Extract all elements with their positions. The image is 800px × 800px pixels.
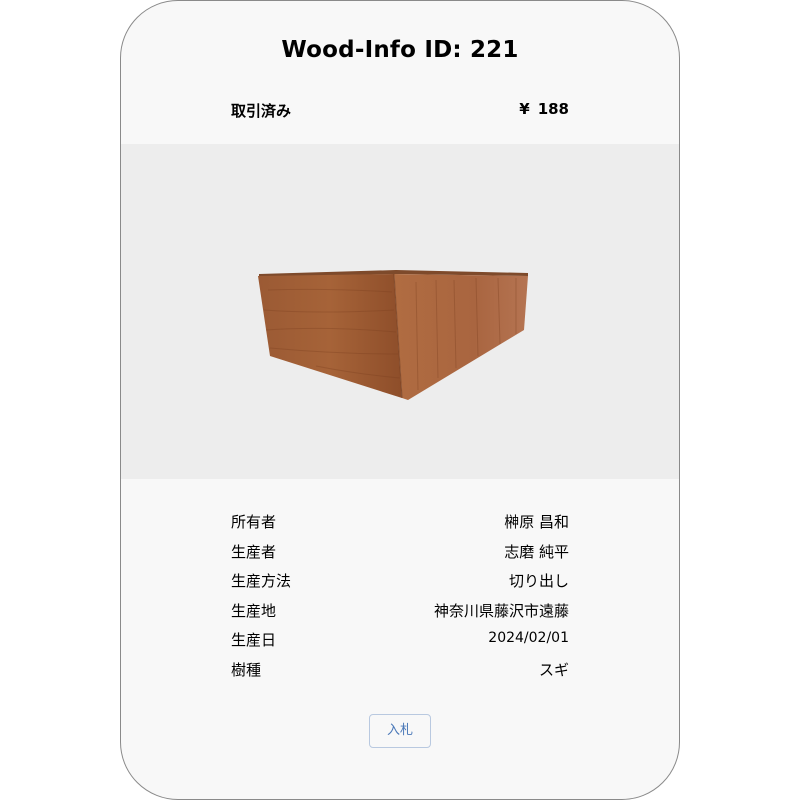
info-label: 生産日 <box>231 631 277 649</box>
wood-info-list: 所有者 榊原 昌和 生産者 志磨 純平 生産方法 切り出し 生産地 神奈川県藤沢… <box>231 509 569 686</box>
info-label: 生産地 <box>231 601 277 620</box>
info-row-species: 樹種 スギ <box>231 657 569 687</box>
info-label: 生産者 <box>231 542 277 561</box>
info-row-producer: 生産者 志磨 純平 <box>231 539 569 569</box>
info-value: 榊原 昌和 <box>504 513 569 531</box>
yen-symbol: ¥ <box>519 100 530 118</box>
wood-block-image <box>258 270 528 400</box>
info-value: 切り出し <box>508 572 569 590</box>
card-title: Wood-Info ID: 221 <box>281 37 519 63</box>
wood-info-card: Wood-Info ID: 221 取引済み ¥188 所有者 榊原 昌和 生産… <box>120 0 680 800</box>
info-row-origin: 生産地 神奈川県藤沢市遠藤 <box>231 598 569 628</box>
wood-image-area <box>121 144 679 479</box>
info-row-production-date: 生産日 2024/02/01 <box>231 627 569 657</box>
info-value: 志磨 純平 <box>504 542 569 561</box>
status-price-row: 取引済み ¥188 <box>231 100 569 122</box>
bid-button[interactable]: 入札 <box>369 714 431 748</box>
price: ¥188 <box>519 100 569 118</box>
info-row-owner: 所有者 榊原 昌和 <box>231 509 569 539</box>
info-label: 所有者 <box>231 513 277 531</box>
info-value: 2024/02/01 <box>488 630 569 646</box>
info-row-production-method: 生産方法 切り出し <box>231 568 569 598</box>
info-label: 生産方法 <box>231 572 292 590</box>
info-value: 神奈川県藤沢市遠藤 <box>433 601 569 620</box>
info-value: スギ <box>538 660 569 679</box>
price-value: 188 <box>537 100 569 118</box>
info-label: 樹種 <box>231 660 262 679</box>
trade-status: 取引済み <box>231 102 292 120</box>
